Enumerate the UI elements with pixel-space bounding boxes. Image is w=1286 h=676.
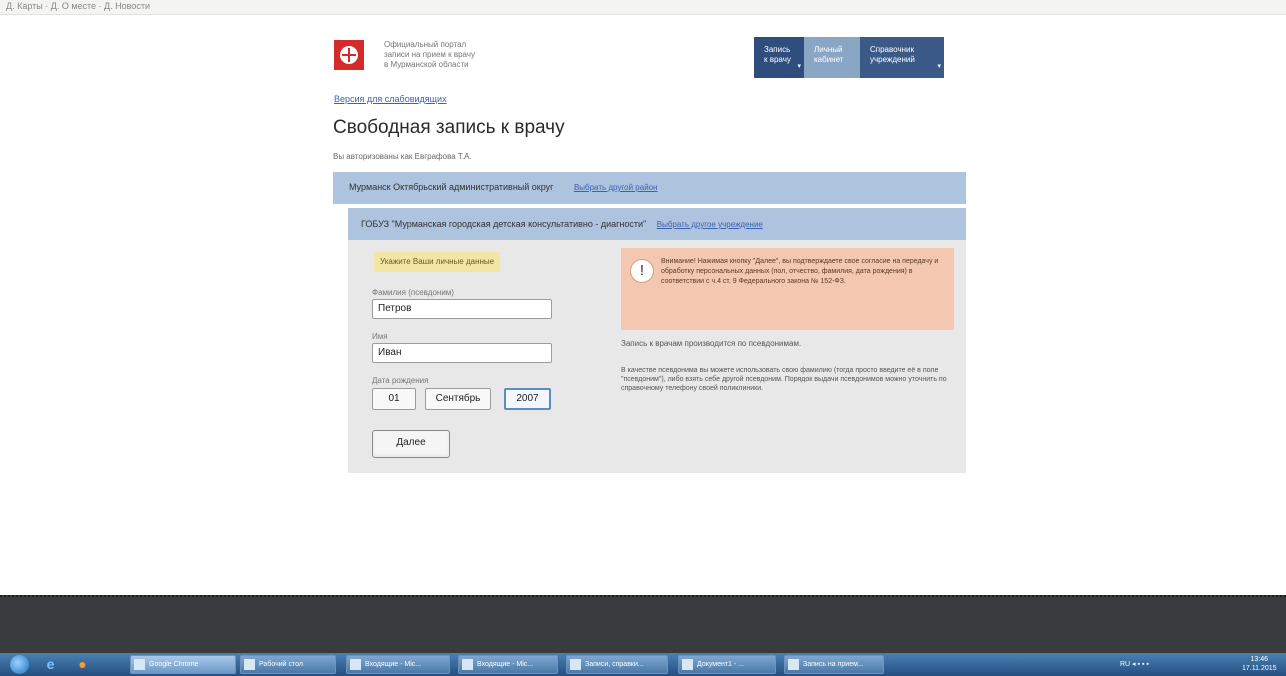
surname-field[interactable]: Петров [372,299,552,319]
portal-line: в Мурманской области [384,60,469,69]
screen-dark-area [0,595,1286,655]
bookmarks-text[interactable]: Д. Карты · Д. О месте · Д. Новости [6,1,150,11]
nav-label: кабинет [814,55,844,64]
name-field[interactable]: Иван [372,343,552,363]
taskbar-button[interactable]: Входящие - Mic... [458,655,558,674]
taskbar-button-label: Запись на прием... [803,661,864,668]
taskbar-button-label: Google Chrome [149,661,199,668]
change-district-link[interactable]: Выбрать другой район [574,183,658,192]
consent-warning: ! Внимание! Нажимая кнопку "Далее", вы п… [621,248,954,330]
pseudonym-explanation: В качестве псевдонима вы можете использо… [621,367,947,392]
nav-label: учреждений [870,55,915,64]
next-button[interactable]: Далее [372,430,450,458]
word-icon [788,659,799,670]
browser-bookmarks-bar: Д. Карты · Д. О месте · Д. Новости [0,0,1286,15]
taskbar-button-label: Входящие - Mic... [477,661,534,668]
outlook-icon [350,659,361,670]
system-tray[interactable]: RU ◂ ▪ ▪ ▪ [1120,656,1149,673]
document-icon [570,659,581,670]
folder-icon [244,659,255,670]
accessible-version-link[interactable]: Версия для слабовидящих [334,94,447,104]
clock-time: 13:46 [1250,656,1269,663]
taskbar-button-label: Рабочий стол [259,661,303,668]
dob-month-select[interactable]: Сентябрь [425,388,491,410]
portal-logo-icon[interactable] [334,40,364,70]
start-button-icon[interactable] [10,655,29,674]
dob-year-select[interactable]: 2007 [504,388,551,410]
taskbar-button[interactable]: Входящие - Mic... [346,655,450,674]
taskbar-button[interactable]: Google Chrome [130,655,236,674]
portal-line: Официальный портал [384,40,467,49]
institution-bar: ГОБУЗ "Мурманская городская детская конс… [348,208,966,240]
district-name: Мурманск Октябрьский административный ок… [349,182,554,192]
dob-day-select[interactable]: 01 [372,388,416,410]
personal-data-notice: Укажите Ваши личные данные [374,252,501,272]
chevron-down-icon: ▾ [797,63,801,70]
district-bar: Мурманск Октябрьский административный ок… [333,172,966,204]
word-icon [682,659,693,670]
chevron-down-icon: ▾ [937,63,941,70]
nav-appointment[interactable]: Запись к врачу ▾ [754,37,804,78]
warning-text: Внимание! Нажимая кнопку "Далее", вы под… [661,258,939,285]
surname-label: Фамилия (псевдоним) [372,288,454,297]
top-navigation: Запись к врачу ▾ Личный кабинет Справочн… [754,37,944,78]
exclamation-icon: ! [630,259,654,283]
nav-directory[interactable]: Справочник учреждений ▾ [860,37,944,78]
appointment-panel: ГОБУЗ "Мурманская городская детская конс… [348,208,966,473]
system-clock[interactable]: 13:46 17.11.2015 [1242,655,1277,673]
firefox-icon[interactable]: ● [74,656,91,673]
pseudonym-info: Запись к врачам производится по псевдони… [621,339,802,348]
outlook-icon [462,659,473,670]
nav-label: Запись [764,45,791,54]
nav-label: Личный [814,45,843,54]
auth-status: Вы авторизованы как Евграфова Т.А. [333,152,472,161]
taskbar-button-label: Входящие - Mic... [365,661,422,668]
name-label: Имя [372,332,388,341]
taskbar-button[interactable]: Документ1 - ... [678,655,776,674]
chrome-icon [134,659,145,670]
taskbar-button-label: Документ1 - ... [697,661,745,668]
nav-label: к врачу [764,55,791,64]
nav-cabinet[interactable]: Личный кабинет [804,37,860,78]
portal-title: Официальный портал записи на прием к вра… [384,40,534,70]
taskbar-button[interactable]: Записи, справки... [566,655,668,674]
page-title: Свободная запись к врачу [333,117,565,138]
clock-date: 17.11.2015 [1242,665,1277,672]
portal-line: записи на прием к врачу [384,50,475,59]
nav-label: Справочник [870,45,914,54]
change-institution-link[interactable]: Выбрать другое учреждение [657,220,763,229]
taskbar-button[interactable]: Запись на прием... [784,655,884,674]
institution-name: ГОБУЗ "Мурманская городская детская конс… [361,219,647,229]
internet-explorer-icon[interactable]: e [42,656,59,673]
taskbar-button-label: Записи, справки... [585,661,644,668]
taskbar-button[interactable]: Рабочий стол [240,655,336,674]
dob-label: Дата рождения [372,376,429,385]
windows-taskbar: e ● Google Chrome Рабочий стол Входящие … [0,653,1286,676]
